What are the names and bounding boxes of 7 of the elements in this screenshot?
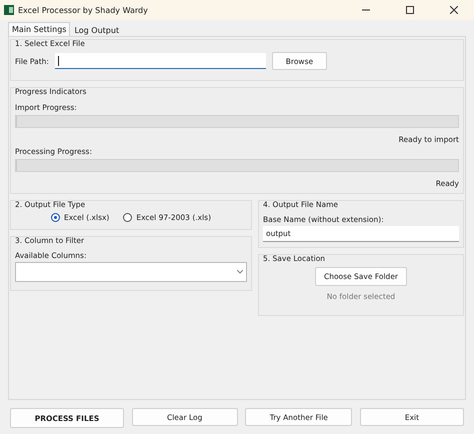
file-path-field[interactable] xyxy=(54,53,266,69)
window-title: Excel Processor by Shady Wardy xyxy=(18,6,149,14)
maximize-icon[interactable] xyxy=(406,6,414,14)
app-icon xyxy=(4,5,14,15)
close-icon[interactable] xyxy=(450,6,458,14)
tab[interactable]: Main Settings xyxy=(8,22,70,36)
chevron-down-icon xyxy=(237,270,243,274)
